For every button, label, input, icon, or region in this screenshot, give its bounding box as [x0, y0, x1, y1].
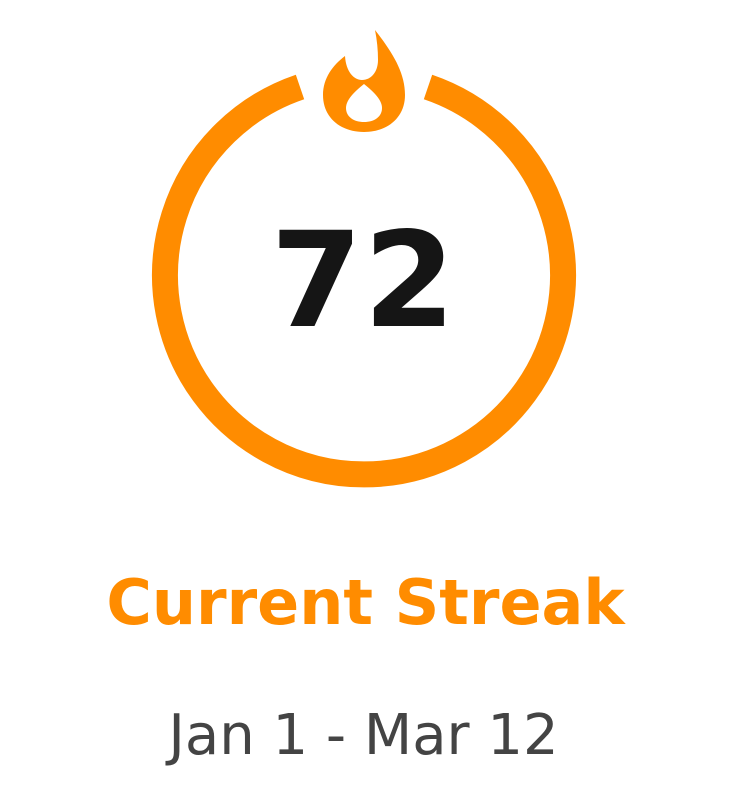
streak-count: 72 [270, 204, 457, 358]
streak-card: 72 Current Streak Jan 1 - Mar 12 [0, 0, 741, 809]
streak-ring: 72 [0, 0, 741, 520]
flame-icon [323, 30, 405, 132]
streak-title: Current Streak [106, 566, 625, 639]
streak-date-range: Jan 1 - Mar 12 [168, 703, 559, 768]
